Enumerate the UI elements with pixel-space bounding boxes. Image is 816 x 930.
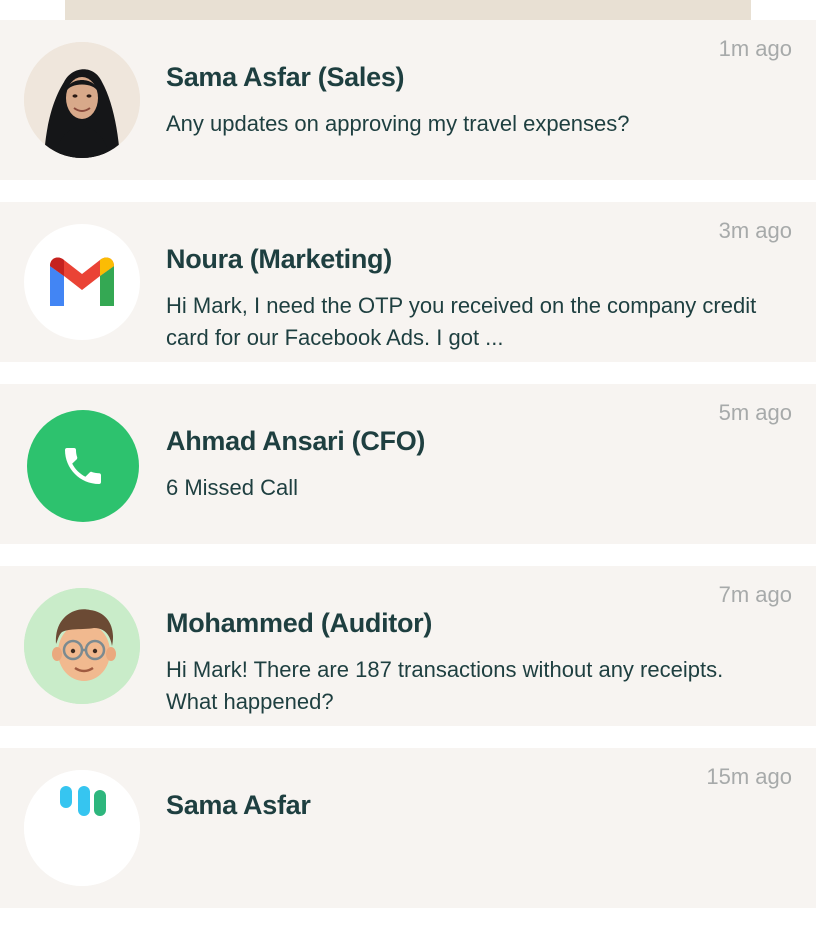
slack-icon	[24, 770, 140, 886]
woman-hijab-avatar	[24, 42, 140, 158]
timestamp: 5m ago	[718, 400, 792, 425]
phone-call-icon	[27, 410, 139, 522]
notification-card[interactable]: Noura (Marketing) Hi Mark, I need the OT…	[0, 202, 816, 362]
message-preview: Any updates on approving my travel expen…	[166, 111, 630, 136]
sender-name: Noura (Marketing)	[166, 244, 392, 274]
sender-name: Sama Asfar	[166, 790, 311, 820]
notification-card[interactable]: Sama Asfar 15m ago	[0, 748, 816, 908]
gmail-icon	[24, 224, 140, 340]
message-preview: Hi Mark, I need the OTP you received on …	[166, 293, 757, 350]
previous-card-edge	[65, 0, 751, 20]
timestamp: 7m ago	[718, 582, 792, 607]
notification-card[interactable]: Sama Asfar (Sales) Any updates on approv…	[0, 20, 816, 180]
timestamp: 3m ago	[718, 218, 792, 243]
notification-feed: Sama Asfar (Sales) Any updates on approv…	[0, 20, 816, 930]
sender-name: Sama Asfar (Sales)	[166, 62, 405, 92]
man-glasses-memoji-avatar	[24, 588, 140, 704]
message-preview: Hi Mark! There are 187 transactions with…	[166, 657, 724, 714]
notification-card[interactable]: Mohammed (Auditor) Hi Mark! There are 18…	[0, 566, 816, 726]
notification-card[interactable]: Ahmad Ansari (CFO) 6 Missed Call 5m ago	[0, 384, 816, 544]
timestamp: 15m ago	[706, 764, 792, 789]
message-preview: 6 Missed Call	[166, 475, 299, 500]
timestamp: 1m ago	[718, 36, 792, 61]
sender-name: Ahmad Ansari (CFO)	[166, 426, 426, 456]
sender-name: Mohammed (Auditor)	[166, 608, 433, 638]
